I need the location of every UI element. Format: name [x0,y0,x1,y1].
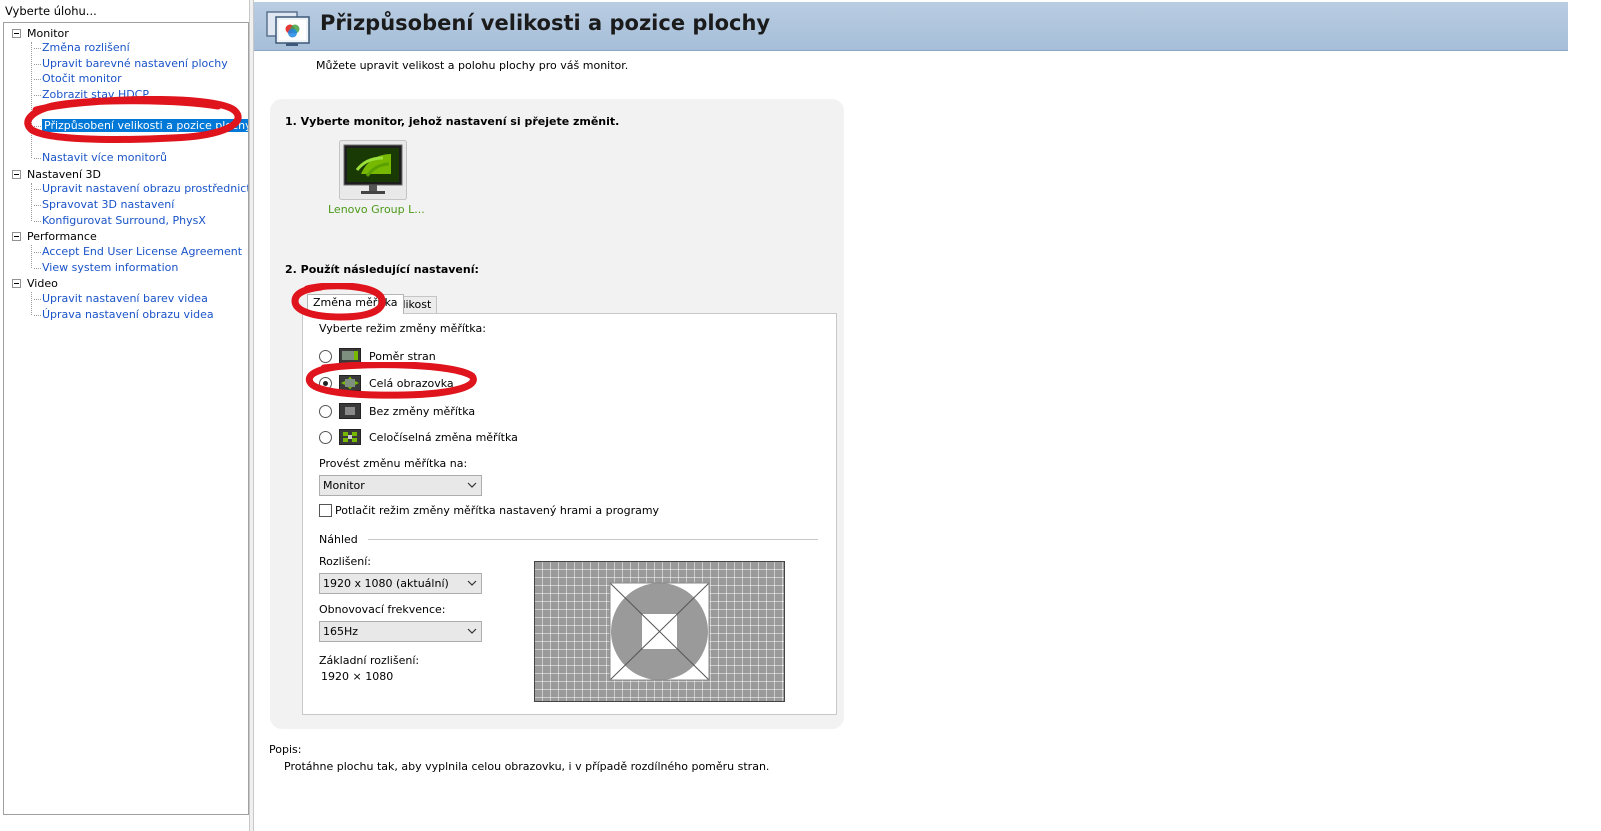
radio-button[interactable] [319,430,332,444]
page-header: Přizpůsobení velikosti a pozice plochy [254,2,1568,51]
tree-item-system-info[interactable]: View system information [33,260,178,275]
collapse-icon[interactable] [12,278,21,288]
tree-item-eula[interactable]: Accept End User License Agreement [33,244,242,259]
tree-group-video[interactable]: Video [12,276,58,290]
tree-item-view-hdcp[interactable]: Zobrazit stav HDCP [34,87,149,102]
content-panel: Přizpůsobení velikosti a pozice plochy M… [254,0,1601,831]
resolution-select[interactable]: 1920 x 1080 (aktuální) [319,573,482,594]
no-scaling-icon [339,403,361,419]
tree-item-change-resolution[interactable]: Změna rozlišení [34,40,130,55]
tree-connector [31,292,32,315]
radio-aspect-ratio[interactable]: Poměr stran [319,347,436,365]
aspect-ratio-icon [339,348,361,364]
radio-full-screen[interactable]: Celá obrazovka [319,374,454,392]
radio-button-checked[interactable] [319,376,332,390]
chevron-down-icon [467,580,477,586]
description-text: Protáhne plochu tak, aby vyplnila celou … [284,760,770,773]
chevron-down-icon [467,628,477,634]
tree-item-rotate-display[interactable]: Otočit monitor [34,71,122,86]
settings-card: 1. Vyberte monitor, jehož nastavení si p… [270,99,844,729]
task-tree[interactable]: Monitor Změna rozlišení Upravit barevné … [3,22,249,815]
radio-no-scaling[interactable]: Bez změny měřítka [319,402,475,420]
integer-scaling-icon [339,429,361,445]
tree-group-monitor[interactable]: Monitor [12,26,69,40]
tree-item-video-color[interactable]: Upravit nastavení barev videa [34,291,208,306]
radio-integer-scaling[interactable]: Celočíselná změna měřítka [319,428,518,446]
scaling-preview-image [534,561,785,702]
collapse-icon[interactable] [12,231,21,241]
description-label: Popis: [269,743,302,756]
tab-scaling[interactable]: Změna měřítka [307,294,404,314]
scaling-tab-panel: Vyberte režim změny měřítka: Poměr stran [302,313,837,715]
tree-item-video-image[interactable]: Úprava nastavení obrazu videa [34,307,214,322]
resolution-label: Rozlišení: [319,555,371,568]
tree-group-3d-settings[interactable]: Nastavení 3D [12,167,101,181]
tree-connector [31,42,32,158]
monitor-label[interactable]: Lenovo Group L... [328,203,425,216]
perform-scaling-on-select[interactable]: Monitor [319,475,482,496]
refresh-rate-select[interactable]: 165Hz [319,621,482,642]
preview-divider [368,539,818,540]
nvidia-monitor-icon[interactable] [339,140,407,200]
base-resolution-value: 1920 × 1080 [321,670,394,683]
preview-label: Náhled [319,533,358,546]
chevron-down-icon [467,482,477,488]
tree-item-adjust-desktop-color[interactable]: Upravit barevné nastavení plochy [34,56,228,71]
tree-item-multiple-displays[interactable]: Nastavit více monitorů [33,150,167,165]
task-panel: Vyberte úlohu... Monitor Změna rozlišení… [0,0,252,831]
tree-group-performance[interactable]: Performance [12,229,97,243]
collapse-icon[interactable] [12,28,21,38]
override-scaling-checkbox[interactable] [319,504,332,517]
clipped-text-line: . [269,808,273,815]
section2-title: 2. Použít následující nastavení: [285,263,479,276]
scaling-mode-prompt: Vyberte režim změny měřítka: [319,322,486,335]
radio-button[interactable] [319,349,332,363]
perform-scaling-on-label: Provést změnu měřítka na: [319,457,468,470]
full-screen-icon [339,375,361,391]
tree-item-image-settings-preview[interactable]: Upravit nastavení obrazu prostřednictvím… [33,181,248,196]
display-settings-icon [266,11,310,46]
tree-item-surround-physx[interactable]: Konfigurovat Surround, PhysX [34,213,206,228]
base-resolution-label: Základní rozlišení: [319,654,420,667]
section1-title: 1. Vyberte monitor, jehož nastavení si p… [285,115,620,128]
page-description: Můžete upravit velikost a polohu plochy … [316,59,629,72]
radio-button[interactable] [319,404,332,418]
tree-connector [31,183,32,221]
page-title: Přizpůsobení velikosti a pozice plochy [320,11,771,35]
task-panel-title: Vyberte úlohu... [5,4,97,18]
tree-item-desktop-size-position[interactable]: Přizpůsobení velikosti a pozice plochy [34,118,248,133]
tree-item-manage-3d-settings[interactable]: Spravovat 3D nastavení [33,197,174,212]
override-scaling-checkbox-row[interactable]: Potlačit režim změny měřítka nastavený h… [319,504,659,517]
tree-connector [31,245,32,268]
refresh-rate-label: Obnovovací frekvence: [319,603,446,616]
collapse-icon[interactable] [12,169,21,179]
